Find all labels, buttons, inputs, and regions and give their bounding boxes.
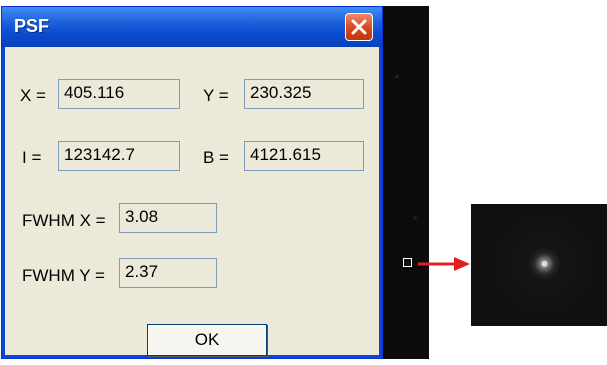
y-field[interactable]: 230.325 xyxy=(244,79,364,109)
x-label: X = xyxy=(20,86,46,105)
title-bar[interactable]: PSF xyxy=(2,7,382,47)
x-field[interactable]: 405.116 xyxy=(58,79,180,109)
arrow-right-icon xyxy=(418,257,470,271)
star-field-image xyxy=(383,6,429,359)
fwhm-y-field[interactable]: 2.37 xyxy=(119,258,217,288)
y-label: Y = xyxy=(203,86,229,105)
zoomed-star-image xyxy=(471,204,607,326)
psf-dialog: PSF X = 405.116 Y = 230.325 I = 123142.7… xyxy=(1,6,383,359)
i-field[interactable]: 123142.7 xyxy=(58,141,180,171)
b-field[interactable]: 4121.615 xyxy=(244,141,364,171)
window-title: PSF xyxy=(14,16,50,36)
close-icon xyxy=(351,19,367,35)
fwhm-x-field[interactable]: 3.08 xyxy=(119,203,217,233)
i-label: I = xyxy=(22,148,42,167)
ok-button[interactable]: OK xyxy=(147,324,267,356)
fwhm-y-label: FWHM Y = xyxy=(22,266,105,285)
b-label: B = xyxy=(203,148,229,167)
fwhm-x-label: FWHM X = xyxy=(22,211,106,230)
close-button[interactable] xyxy=(345,13,373,41)
star-marker-icon xyxy=(403,258,412,267)
